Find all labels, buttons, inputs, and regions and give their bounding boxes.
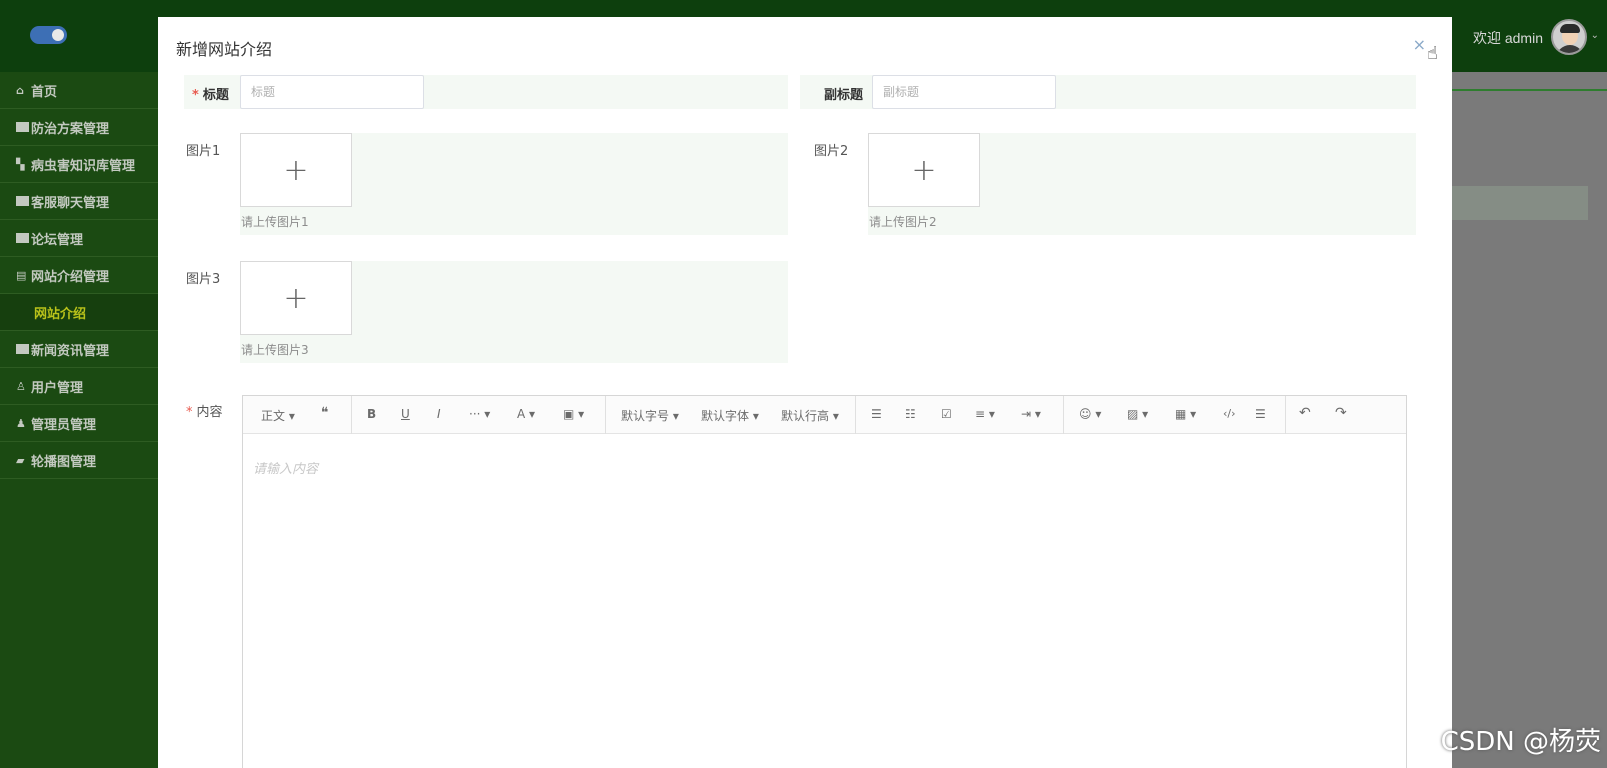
background-row	[1450, 186, 1588, 220]
editor-toolbar: 正文 ▾ ❝ B U I ··· ▾ A ▾ ▣ ▾ 默认字号 ▾ 默认字体 ▾…	[243, 396, 1406, 434]
toggle-knob	[52, 29, 64, 41]
image1-label: 图片1	[186, 144, 221, 159]
sidebar-item-site-intro-mgmt[interactable]: ▤ 网站介绍管理	[0, 257, 158, 294]
toolbar-separator	[1285, 396, 1286, 434]
indent-icon[interactable]: ⇥ ▾	[1021, 407, 1041, 421]
avatar-hair	[1560, 24, 1580, 33]
close-icon[interactable]: ×	[1413, 35, 1426, 54]
paragraph-dropdown[interactable]: 正文 ▾	[261, 407, 295, 424]
chevron-down-icon[interactable]: ⌄	[1591, 30, 1599, 41]
folder-icon: ▰	[16, 453, 25, 467]
line-height-dropdown[interactable]: 默认行高 ▾	[781, 407, 839, 424]
redo-icon[interactable]: ↷	[1335, 405, 1347, 421]
more-icon[interactable]: ··· ▾	[469, 407, 490, 421]
sidebar-item-label: 防治方案管理	[31, 121, 110, 137]
tab-underline	[1450, 89, 1607, 91]
sidebar-item-label: 管理员管理	[31, 417, 97, 433]
sidebar-item-label: 论坛管理	[31, 232, 84, 248]
image3-upload-button[interactable]: +	[240, 261, 352, 335]
sidebar-item-label: 客服聊天管理	[31, 195, 110, 211]
align-icon[interactable]: ≡ ▾	[975, 407, 995, 421]
font-color-icon[interactable]: A ▾	[517, 407, 535, 421]
toolbar-separator	[1063, 396, 1064, 434]
avatar[interactable]	[1551, 19, 1587, 55]
title-label-text: 标题	[202, 88, 229, 103]
todo-icon[interactable]: ☑	[941, 407, 952, 421]
quote-icon[interactable]: ❝	[321, 405, 329, 421]
sidebar-item-news[interactable]: 新闻资讯管理	[0, 331, 158, 368]
toolbar-separator	[351, 396, 352, 434]
sidebar-item-label: 病虫害知识库管理	[31, 158, 136, 174]
list-icon	[16, 122, 29, 132]
sidebar: ⌂ 首页 防治方案管理 ▚ 病虫害知识库管理 客服聊天管理 论坛管理 ▤ 网站介…	[0, 72, 158, 768]
font-family-dropdown[interactable]: 默认字体 ▾	[701, 407, 759, 424]
pointer-cursor-icon: ☝	[1427, 43, 1438, 64]
list-icon	[16, 196, 29, 206]
title-label: * 标题	[192, 84, 229, 103]
sidebar-item-prevention-plan[interactable]: 防治方案管理	[0, 109, 158, 146]
sidebar-item-label: 首页	[31, 84, 58, 100]
subtitle-label: 副标题	[824, 88, 864, 103]
emoji-icon[interactable]: ☺ ▾	[1079, 407, 1101, 421]
sidebar-subitem-site-intro[interactable]: 网站介绍	[0, 294, 158, 331]
ordered-list-icon[interactable]: ☷	[905, 407, 916, 421]
required-mark: *	[192, 88, 199, 103]
image1-hint: 请上传图片1	[241, 215, 309, 229]
table-icon[interactable]: ▦ ▾	[1175, 407, 1196, 421]
sidebar-toggle-switch[interactable]	[30, 26, 67, 44]
list-icon	[16, 233, 29, 243]
code-icon[interactable]: ‹/›	[1223, 407, 1236, 420]
required-mark: *	[186, 405, 193, 420]
divider-icon[interactable]: ☰	[1255, 407, 1266, 421]
undo-icon[interactable]: ↶	[1299, 405, 1311, 421]
content-label-text: 内容	[196, 405, 223, 420]
grid-icon: ▚	[16, 157, 25, 171]
toolbar-separator	[605, 396, 606, 434]
content-editor-area[interactable]: 请输入内容	[253, 458, 318, 477]
font-size-dropdown[interactable]: 默认字号 ▾	[621, 407, 679, 424]
bg-color-icon[interactable]: ▣ ▾	[563, 407, 584, 421]
user-icon: ♙	[16, 379, 26, 393]
subtitle-input[interactable]: 副标题	[872, 75, 1056, 109]
sidebar-item-label: 用户管理	[31, 380, 84, 396]
image2-label: 图片2	[814, 144, 849, 159]
sidebar-item-label: 新闻资讯管理	[31, 343, 110, 359]
sidebar-item-label: 轮播图管理	[31, 454, 97, 470]
sidebar-item-home[interactable]: ⌂ 首页	[0, 72, 158, 109]
sidebar-item-label: 网站介绍管理	[31, 269, 110, 285]
sidebar-item-users[interactable]: ♙ 用户管理	[0, 368, 158, 405]
title-input[interactable]: 标题	[240, 75, 424, 109]
image1-upload-button[interactable]: +	[240, 133, 352, 207]
italic-icon[interactable]: I	[437, 407, 441, 421]
sidebar-item-forum[interactable]: 论坛管理	[0, 220, 158, 257]
rich-text-editor: 正文 ▾ ❝ B U I ··· ▾ A ▾ ▣ ▾ 默认字号 ▾ 默认字体 ▾…	[242, 395, 1407, 768]
image-icon[interactable]: ▨ ▾	[1127, 407, 1148, 421]
dialog-title: 新增网站介绍	[176, 40, 273, 59]
content-label: * 内容	[186, 401, 223, 420]
image3-hint: 请上传图片3	[241, 343, 309, 357]
image2-hint: 请上传图片2	[869, 215, 937, 229]
briefcase-icon: ▤	[16, 268, 27, 282]
add-site-intro-dialog: 新增网站介绍 × ☝ * 标题 标题 副标题 副标题 图片1 + 请上传图片1 图…	[158, 17, 1452, 768]
csdn-watermark: CSDN @杨荧	[1440, 727, 1601, 757]
avatar-body	[1556, 45, 1584, 53]
home-icon: ⌂	[16, 83, 24, 97]
image2-upload-button[interactable]: +	[868, 133, 980, 207]
bullet-list-icon[interactable]: ☰	[871, 407, 882, 421]
sidebar-item-pest-knowledge[interactable]: ▚ 病虫害知识库管理	[0, 146, 158, 183]
bold-icon[interactable]: B	[367, 407, 376, 421]
sidebar-item-admins[interactable]: ♟ 管理员管理	[0, 405, 158, 442]
user-icon: ♟	[16, 416, 26, 430]
toolbar-separator	[855, 396, 856, 434]
underline-icon[interactable]: U	[401, 407, 410, 421]
image3-label: 图片3	[186, 272, 221, 287]
sidebar-item-carousel[interactable]: ▰ 轮播图管理	[0, 442, 158, 479]
sidebar-item-label: 网站介绍	[34, 306, 87, 322]
sidebar-item-customer-chat[interactable]: 客服聊天管理	[0, 183, 158, 220]
welcome-text: 欢迎 admin	[1472, 30, 1543, 46]
list-icon	[16, 344, 29, 354]
